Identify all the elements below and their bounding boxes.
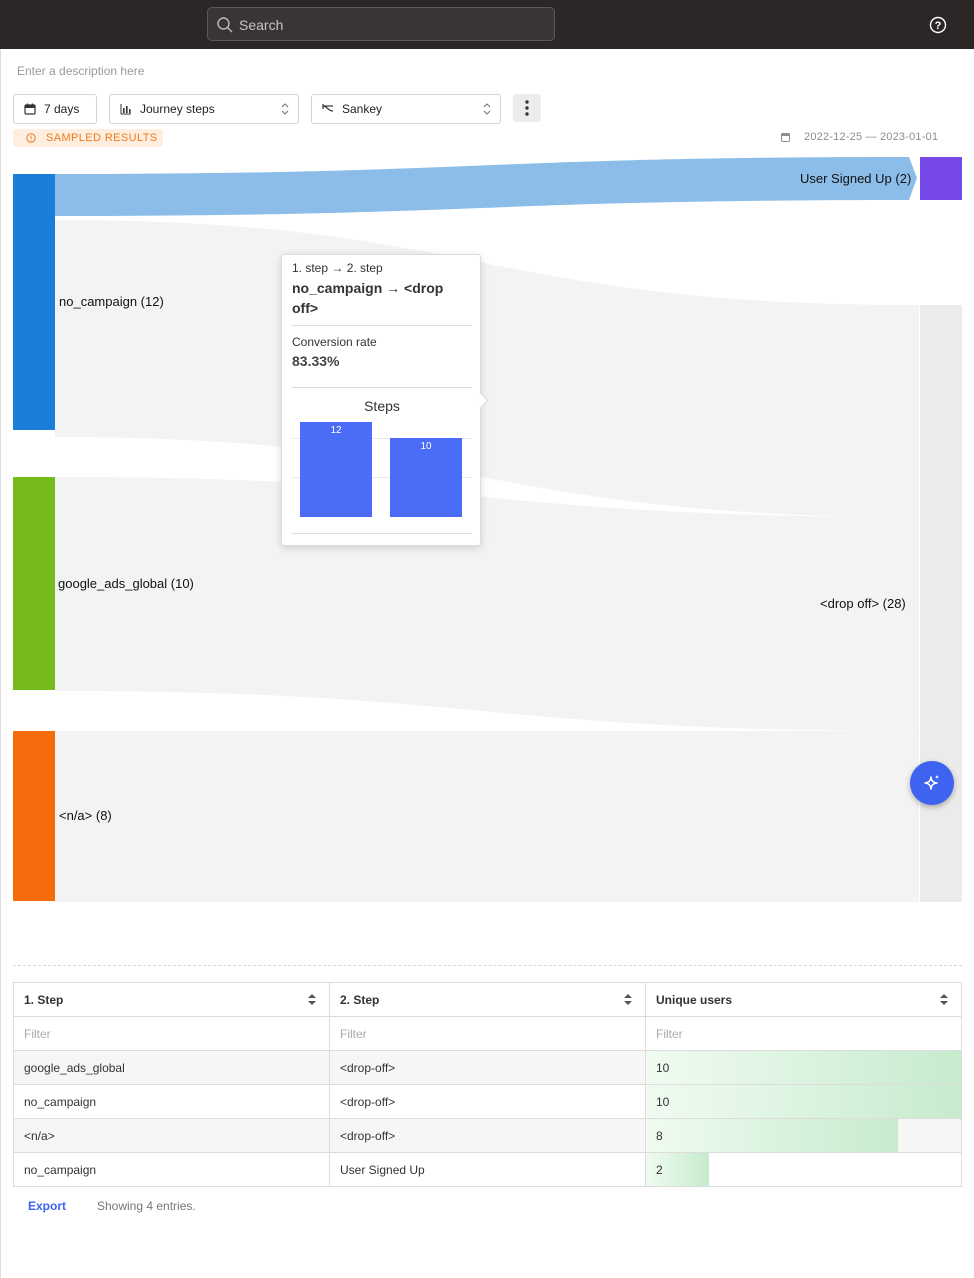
cell-step1: google_ads_global — [13, 1050, 330, 1085]
sort-icon[interactable] — [939, 993, 949, 1006]
unique-users-value: 8 — [656, 1128, 663, 1143]
cell-step1: no_campaign — [13, 1084, 330, 1119]
steps-bar-label: 12 — [330, 425, 342, 436]
filter-input-step2[interactable]: Filter — [329, 1016, 646, 1051]
sampled-results-badge: SAMPLED RESULTS — [13, 129, 163, 147]
link-no-campaign-to-drop-off[interactable] — [55, 220, 919, 517]
divider — [292, 533, 472, 534]
link-no-campaign-to-user-signed-up[interactable] — [55, 157, 917, 216]
bar-chart-icon — [120, 103, 132, 115]
unique-users-value: 2 — [656, 1162, 663, 1177]
steps-bar: 10 — [390, 438, 462, 517]
sort-icon[interactable] — [307, 993, 317, 1006]
sankey-diagram — [13, 157, 962, 902]
conversion-rate-label: Conversion rate — [292, 335, 377, 349]
more-options-button[interactable] — [513, 94, 541, 122]
divider — [292, 387, 472, 388]
node-label-user-signed-up: User Signed Up (2) — [800, 171, 912, 186]
search-icon — [217, 17, 233, 33]
cell-step2: <drop-off> — [329, 1050, 646, 1085]
column-header-unique-users[interactable]: Unique users — [645, 982, 962, 1017]
metric-label: Journey steps — [140, 102, 215, 116]
unique-users-bar — [646, 1119, 898, 1152]
steps-bar: 12 — [300, 422, 372, 517]
node-label-google-ads-global: google_ads_global (10) — [58, 576, 194, 591]
cell-unique-users: 2 — [645, 1152, 962, 1187]
cell-step2: <drop-off> — [329, 1118, 646, 1153]
unique-users-bar — [646, 1051, 961, 1084]
cell-unique-users: 10 — [645, 1084, 962, 1119]
steps-chart-title: Steps — [364, 398, 400, 414]
column-header-step1[interactable]: 1. Step — [13, 982, 330, 1017]
node-google-ads-global[interactable] — [13, 477, 55, 690]
cell-unique-users: 8 — [645, 1118, 962, 1153]
tooltip-steps: 1. step → 2. step — [292, 261, 383, 275]
unique-users-bar — [646, 1085, 961, 1118]
link-google-ads-to-drop-off[interactable] — [55, 477, 919, 731]
date-range-text: 2022-12-25 — 2023-01-01 — [804, 131, 939, 143]
table-row[interactable]: <n/a> <drop-off> 8 — [13, 1118, 962, 1153]
unique-users-value: 10 — [656, 1060, 670, 1075]
filter-input-unique-users[interactable]: Filter — [645, 1016, 962, 1051]
visualization-select[interactable]: Sankey — [311, 94, 501, 124]
cell-unique-users: 10 — [645, 1050, 962, 1085]
node-drop-off[interactable] — [920, 305, 962, 902]
table-row[interactable]: no_campaign <drop-off> 10 — [13, 1084, 962, 1119]
sparkle-icon — [924, 775, 939, 790]
top-bar: ? — [0, 0, 974, 49]
visualization-label: Sankey — [342, 102, 383, 116]
description-field[interactable]: Enter a description here — [17, 64, 144, 78]
steps-bar-label: 10 — [420, 441, 432, 452]
date-range-select[interactable]: 7 days — [13, 94, 97, 124]
cell-step1: no_campaign — [13, 1152, 330, 1187]
sort-icon[interactable] — [623, 993, 633, 1006]
node-label-na: <n/a> (8) — [59, 808, 112, 823]
chevron-updown-icon — [483, 103, 491, 115]
node-no-campaign[interactable] — [13, 174, 55, 430]
node-label-no-campaign: no_campaign (12) — [59, 294, 164, 309]
filter-input-step1[interactable]: Filter — [13, 1016, 330, 1051]
chevron-updown-icon — [281, 103, 289, 115]
svg-text:?: ? — [935, 20, 942, 32]
cell-step2: <drop-off> — [329, 1084, 646, 1119]
export-button[interactable]: Export — [28, 1199, 66, 1213]
metric-select[interactable]: Journey steps — [109, 94, 299, 124]
journey-table: 1. Step 2. Step Unique users Filter Filt… — [13, 982, 962, 1187]
table-row[interactable]: no_campaign User Signed Up 2 — [13, 1152, 962, 1187]
sampled-results-label: SAMPLED RESULTS — [46, 132, 158, 144]
tooltip-title: no_campaign → <drop off> — [292, 280, 444, 316]
calendar-icon — [781, 132, 790, 142]
unique-users-value: 10 — [656, 1094, 670, 1109]
table-row[interactable]: google_ads_global <drop-off> 10 — [13, 1050, 962, 1085]
node-user-signed-up[interactable] — [920, 157, 962, 200]
node-label-drop-off: <drop off> (28) — [820, 596, 906, 611]
ai-assistant-button[interactable] — [910, 761, 954, 805]
calendar-icon — [24, 103, 36, 115]
node-na[interactable] — [13, 731, 55, 901]
column-header-step2[interactable]: 2. Step — [329, 982, 646, 1017]
entries-count: Showing 4 entries. — [97, 1199, 196, 1213]
date-range-label: 7 days — [44, 102, 80, 116]
help-icon[interactable]: ? — [929, 16, 947, 34]
info-icon — [26, 133, 36, 143]
date-range-display: 2022-12-25 — 2023-01-01 — [781, 131, 938, 143]
link-na-to-drop-off[interactable] — [55, 731, 919, 902]
conversion-rate-value: 83.33% — [292, 353, 340, 369]
cell-step2: User Signed Up — [329, 1152, 646, 1187]
sankey-icon — [322, 103, 334, 115]
more-vertical-icon — [525, 100, 529, 116]
cell-step1: <n/a> — [13, 1118, 330, 1153]
search-box[interactable] — [207, 7, 555, 42]
section-divider — [13, 965, 962, 966]
search-input[interactable] — [237, 8, 541, 42]
link-tooltip: 1. step → 2. step no_campaign → <drop of… — [281, 254, 481, 546]
divider — [292, 325, 472, 326]
